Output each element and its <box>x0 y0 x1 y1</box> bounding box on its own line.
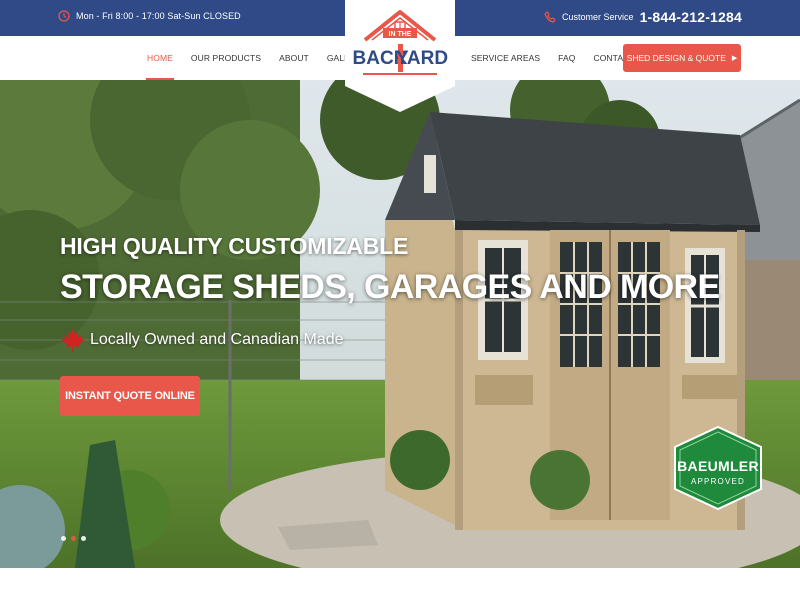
shed-design-quote-label: SHED DESIGN & QUOTE <box>626 53 726 63</box>
maple-leaf-icon <box>61 328 85 352</box>
phone-icon <box>544 11 556 23</box>
hero-tagline-text: Locally Owned and Canadian Made <box>90 331 344 348</box>
slider-pagination <box>61 536 86 541</box>
nav-service-areas[interactable]: SERVICE AREAS <box>462 36 549 80</box>
nav-faq[interactable]: FAQ <box>549 36 584 80</box>
nav-left-group: HOME OUR PRODUCTS ABOUT GALLERY <box>138 36 376 80</box>
business-hours: Mon - Fri 8:00 - 17:00 Sat-Sun CLOSED <box>58 10 241 22</box>
clock-icon <box>58 10 70 22</box>
site-logo[interactable]: IN THE BACK YARD <box>345 0 455 112</box>
badge-title: BAEUMLER <box>677 458 759 474</box>
hero-subheading: HIGH QUALITY CUSTOMIZABLE <box>60 233 409 259</box>
instant-quote-button[interactable]: INSTANT QUOTE ONLINE <box>60 376 200 416</box>
nav-about[interactable]: ABOUT <box>270 36 318 80</box>
slide-dot-1[interactable] <box>61 536 66 541</box>
logo-yard: YARD <box>396 48 448 69</box>
nav-right-group: SERVICE AREAS FAQ CONTACT <box>462 36 644 80</box>
hero-tagline: Locally Owned and Canadian Made <box>60 327 344 353</box>
nav-our-products[interactable]: OUR PRODUCTS <box>182 36 270 80</box>
customer-service-label: Customer Service <box>562 12 634 22</box>
chevron-right-icon: ▶ <box>731 55 738 62</box>
badge-subtitle: APPROVED <box>690 477 746 486</box>
nav-home[interactable]: HOME <box>138 36 182 80</box>
hours-text: Mon - Fri 8:00 - 17:00 Sat-Sun CLOSED <box>76 11 241 21</box>
hero-heading: STORAGE SHEDS, GARAGES AND MORE <box>60 268 720 306</box>
slide-dot-2[interactable] <box>71 536 76 541</box>
shed-design-quote-button[interactable]: SHED DESIGN & QUOTE ▶ <box>623 44 741 72</box>
hero-slider: HIGH QUALITY CUSTOMIZABLE STORAGE SHEDS,… <box>0 80 800 568</box>
page-content-start <box>0 568 800 600</box>
logo-line1: IN THE <box>389 31 412 38</box>
phone-number[interactable]: 1-844-212-1284 <box>640 9 742 25</box>
slide-dot-3[interactable] <box>81 536 86 541</box>
customer-service-phone[interactable]: Customer Service 1-844-212-1284 <box>544 9 742 25</box>
